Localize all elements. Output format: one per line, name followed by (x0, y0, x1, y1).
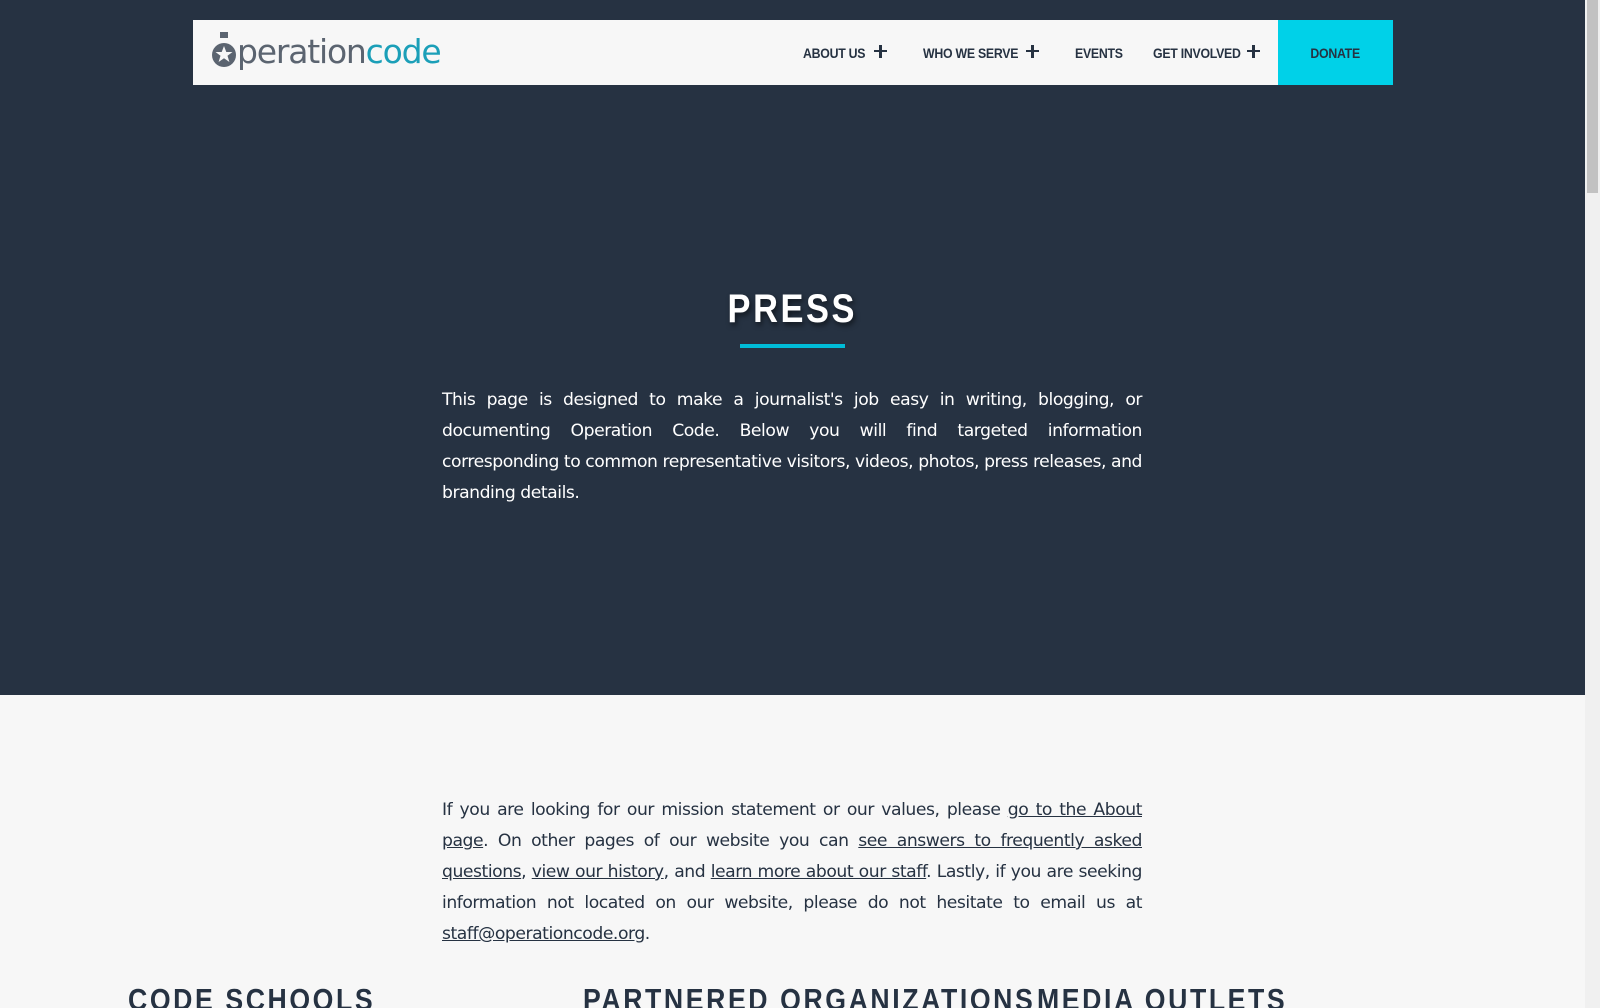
info-text-4: , and (663, 862, 711, 882)
info-text-1: If you are looking for our mission state… (442, 800, 1008, 820)
top-navbar: perationcode ABOUT US WHO WE SERVE EVENT… (193, 20, 1393, 85)
staff-link[interactable]: learn more about our staff (711, 862, 927, 882)
nav-menu: ABOUT US WHO WE SERVE EVENTS GET INVOLVE… (193, 20, 1393, 85)
intro-paragraph: This page is designed to make a journali… (442, 390, 1142, 503)
page-title: PRESS (727, 287, 858, 331)
get-involved-expand-icon[interactable] (1247, 44, 1261, 58)
nav-get-involved[interactable]: GET INVOLVED (1153, 20, 1241, 85)
donate-label: DONATE (1310, 44, 1361, 61)
partnered-organizations-heading: PARTNERED ORGANIZATIONS (583, 982, 1036, 1008)
title-underline (740, 344, 845, 348)
nav-events[interactable]: EVENTS (1075, 20, 1123, 85)
info-text-3: , (521, 862, 532, 882)
media-outlets-heading: MEDIA OUTLETS (1037, 982, 1288, 1008)
info-text-2: . On other pages of our website you can (483, 831, 859, 851)
about-us-expand-icon[interactable] (874, 44, 888, 58)
donate-button[interactable]: DONATE (1278, 20, 1393, 85)
info-paragraph: If you are looking for our mission state… (442, 795, 1142, 950)
nav-about-us[interactable]: ABOUT US (803, 20, 865, 85)
nav-who-we-serve[interactable]: WHO WE SERVE (923, 20, 1018, 85)
page-scrollbar[interactable] (1585, 0, 1600, 1008)
page-title-wrap: PRESS (0, 285, 1585, 333)
email-link[interactable]: staff@operationcode.org (442, 924, 645, 944)
history-link[interactable]: view our history (532, 862, 664, 882)
who-we-serve-expand-icon[interactable] (1026, 44, 1040, 58)
scrollbar-thumb[interactable] (1587, 0, 1598, 193)
info-text-6: . (644, 924, 650, 944)
code-schools-heading: CODE SCHOOLS (128, 982, 376, 1008)
